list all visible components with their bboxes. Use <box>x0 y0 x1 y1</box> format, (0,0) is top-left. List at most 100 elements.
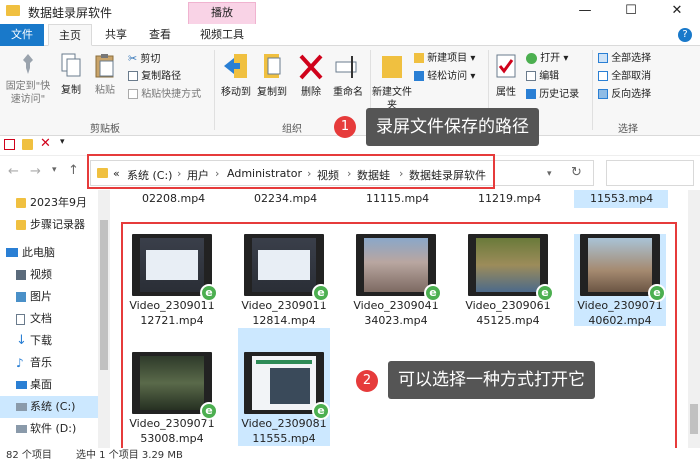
invert-selection-icon <box>598 89 608 99</box>
files-highlight-box <box>121 222 677 452</box>
select-none-icon <box>598 71 608 81</box>
invert-selection-button[interactable]: 反向选择 <box>598 88 651 102</box>
qat-dropdown-icon[interactable]: ▾ <box>60 137 65 147</box>
forward-arrow-icon[interactable]: → <box>30 164 41 179</box>
nav-item-downloads[interactable]: ↓ 下载 <box>0 330 98 352</box>
paste-shortcut-button[interactable]: 粘贴快捷方式 <box>128 88 201 102</box>
select-all-label: 全部选择 <box>611 53 652 64</box>
cut-label: 剪切 <box>140 54 161 65</box>
tab-video-tools[interactable]: 视频工具 <box>190 24 254 46</box>
up-arrow-icon[interactable]: ↑ <box>68 163 79 178</box>
ribbon-tabs: 文件 主页 共享 查看 视频工具 ? <box>0 24 700 46</box>
back-arrow-icon[interactable]: ← <box>8 164 19 179</box>
pin-label: 固定到"快速访问" <box>5 81 51 105</box>
close-button[interactable]: ✕ <box>654 0 700 24</box>
nav-item-documents[interactable]: 文档 <box>0 308 98 330</box>
file-label-partial[interactable]: 11553.mp4 <box>590 192 653 205</box>
paste-icon <box>95 54 114 78</box>
status-bar: 82 个项目 选中 1 个项目 3.29 MB <box>0 448 700 464</box>
address-dropdown-icon[interactable]: ▾ <box>547 169 552 179</box>
rename-button[interactable]: 重命名 <box>328 52 368 99</box>
file-label-partial[interactable]: 02234.mp4 <box>254 192 317 205</box>
copy-icon <box>61 53 81 77</box>
new-folder-icon <box>382 56 402 78</box>
new-item-button[interactable]: 新建项目 ▾ <box>414 52 475 66</box>
properties-qat-icon[interactable] <box>4 139 15 150</box>
rename-icon <box>335 56 357 78</box>
copy-path-icon <box>128 71 138 81</box>
open-icon <box>526 52 537 64</box>
cut-button[interactable]: ✂ 剪切 <box>128 52 160 67</box>
select-all-button[interactable]: 全部选择 <box>598 52 651 66</box>
ribbon-separator <box>214 50 215 130</box>
copy-label: 复制 <box>61 85 81 96</box>
copy-to-button[interactable]: 复制到 <box>254 52 290 99</box>
edit-label: 编辑 <box>539 71 560 82</box>
annotation-badge-2: 2 <box>356 370 378 392</box>
nav-item-software-d[interactable]: 软件 (D:) <box>0 418 98 440</box>
history-button[interactable]: 历史记录 <box>526 88 579 102</box>
tab-home[interactable]: 主页 <box>48 24 92 46</box>
select-all-icon <box>598 53 608 63</box>
window-title: 数据蛙录屏软件 <box>28 6 113 20</box>
nav-item-this-pc[interactable]: 此电脑 <box>0 242 98 264</box>
move-to-label: 移动到 <box>221 87 251 98</box>
nav-item-music[interactable]: ♪ 音乐 <box>0 352 98 374</box>
music-note-icon: ♪ <box>16 356 24 370</box>
help-icon[interactable]: ? <box>678 28 692 42</box>
move-to-button[interactable]: 移动到 <box>218 52 254 99</box>
paste-shortcut-icon <box>128 89 138 99</box>
maximize-button[interactable]: ☐ <box>608 0 654 24</box>
file-label-partial[interactable]: 02208.mp4 <box>142 192 205 205</box>
minimize-button[interactable]: — <box>562 0 608 24</box>
recent-dropdown-icon[interactable]: ▾ <box>52 165 57 175</box>
edit-button[interactable]: 编辑 <box>526 70 559 84</box>
pin-icon <box>23 54 33 74</box>
paste-button[interactable]: 粘贴 <box>90 52 120 97</box>
nav-item-steps-recorder[interactable]: 步骤记录器 <box>0 214 98 236</box>
open-button[interactable]: 打开 ▾ <box>526 52 568 66</box>
properties-label: 属性 <box>496 87 516 98</box>
nav-item-videos[interactable]: 视频 <box>0 264 98 286</box>
delete-button[interactable]: 删除 <box>296 52 326 99</box>
context-tab-play[interactable]: 播放 <box>188 2 256 24</box>
easy-access-button[interactable]: 轻松访问 ▾ <box>414 70 475 84</box>
ribbon-separator <box>592 50 593 130</box>
nav-item-pictures[interactable]: 图片 <box>0 286 98 308</box>
paste-shortcut-label: 粘贴快捷方式 <box>141 89 202 100</box>
delete-qat-icon[interactable]: ✕ <box>40 136 51 151</box>
nav-item-2023-sept[interactable]: 2023年9月 <box>0 192 98 214</box>
refresh-icon[interactable]: ↻ <box>571 165 582 180</box>
invert-selection-label: 反向选择 <box>611 89 652 100</box>
delete-label: 删除 <box>301 87 321 98</box>
documents-icon <box>16 314 25 325</box>
copy-path-button[interactable]: 复制路径 <box>128 70 181 84</box>
content-scrollbar[interactable] <box>688 190 700 448</box>
folder-icon <box>16 198 26 208</box>
folder-qat-icon[interactable] <box>22 139 33 150</box>
scissors-icon: ✂ <box>128 52 138 65</box>
search-box[interactable] <box>606 160 694 186</box>
properties-button[interactable]: 属性 <box>490 52 522 99</box>
file-label-partial[interactable]: 11219.mp4 <box>478 192 541 205</box>
pin-quick-access-button[interactable]: 固定到"快速访问" <box>4 52 52 106</box>
new-folder-button[interactable]: 新建文件夹 <box>372 52 412 112</box>
annotation-badge-1: 1 <box>334 116 356 138</box>
edit-icon <box>526 71 536 81</box>
quick-access-toolbar: ✕ ▾ <box>0 136 700 156</box>
select-none-button[interactable]: 全部取消 <box>598 70 651 84</box>
nav-pane-scrollbar[interactable] <box>98 190 110 448</box>
selection-info: 选中 1 个项目 3.29 MB <box>76 450 183 461</box>
clipboard-group-label: 剪贴板 <box>90 124 120 135</box>
file-label-partial[interactable]: 11115.mp4 <box>366 192 429 205</box>
annotation-callout-path: 录屏文件保存的路径 <box>366 108 539 146</box>
copy-button[interactable]: 复制 <box>56 52 86 97</box>
tab-view[interactable]: 查看 <box>140 24 180 46</box>
copy-to-label: 复制到 <box>257 87 287 98</box>
path-highlight-box <box>87 154 495 189</box>
nav-item-system-c[interactable]: 系统 (C:) <box>0 396 98 418</box>
nav-item-desktop[interactable]: 桌面 <box>0 374 98 396</box>
tab-share[interactable]: 共享 <box>96 24 136 46</box>
tab-file[interactable]: 文件 <box>0 24 44 46</box>
drive-icon <box>16 403 27 411</box>
